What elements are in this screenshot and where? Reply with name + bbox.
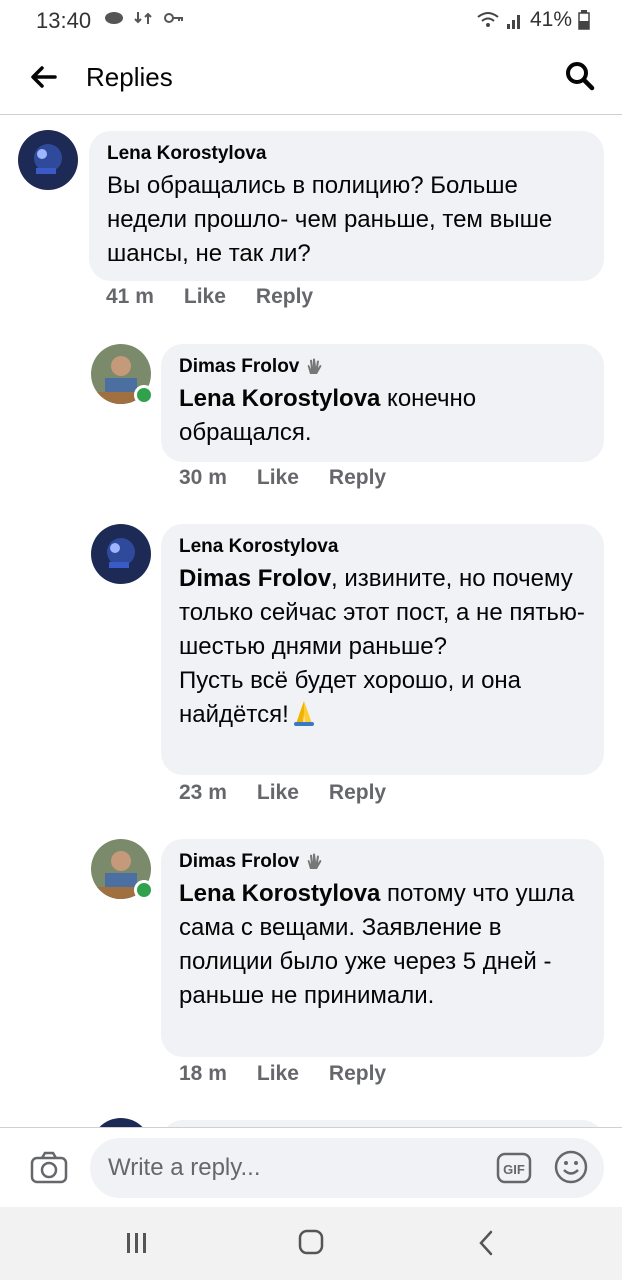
notification-icons	[104, 10, 184, 26]
comment-body-line2: Пусть всё будет хорошо, и она найдётся!	[179, 667, 522, 728]
comment-time: 18 m	[179, 1062, 227, 1085]
comment-author[interactable]: Dimas Frolov	[179, 851, 586, 873]
key-icon	[164, 13, 183, 23]
reply-button[interactable]: Reply	[329, 466, 386, 490]
like-button[interactable]: Like	[184, 285, 226, 309]
author-name[interactable]: Lena Korostylova	[107, 143, 266, 165]
comment-text: Вы обращались в полицию? Больше недели п…	[107, 169, 586, 271]
online-status-indicator	[134, 385, 154, 405]
chat-bubble-icon	[105, 12, 123, 24]
reply-button[interactable]: Reply	[329, 781, 386, 805]
comment-bubble: Lena Korostylova Вы обращались в полицию…	[89, 131, 604, 281]
status-bar: 13:40 41%	[0, 0, 622, 40]
wave-hand-icon	[308, 358, 322, 374]
mention-link[interactable]: Lena Korostylova	[179, 880, 380, 907]
search-icon[interactable]	[564, 60, 596, 92]
app-header: Replies	[0, 40, 622, 115]
reply-button[interactable]: Reply	[329, 1062, 386, 1086]
gif-label: GIF	[503, 1162, 525, 1177]
comment-bubble: Lena Korostylova Dimas Frolov, извините,…	[161, 524, 604, 775]
comment-text: Dimas Frolov, извините, но почему только…	[179, 562, 586, 732]
comment-bubble-partial	[161, 1120, 604, 1127]
comment-bubble: Dimas Frolov Lena Korostylova потому что…	[161, 839, 604, 1057]
battery-percent: 41%	[529, 8, 572, 31]
comment-actions: 18 m Like Reply	[179, 1062, 386, 1086]
reply-placeholder: Write a reply...	[108, 1154, 261, 1181]
reply-input[interactable]: Write a reply... GIF	[90, 1138, 604, 1198]
nav-back-icon[interactable]	[476, 1229, 496, 1257]
back-arrow-icon[interactable]	[28, 62, 58, 92]
comments-list: Lena Korostylova Вы обращались в полицию…	[0, 115, 622, 1127]
comment-time: 23 m	[179, 781, 227, 804]
reply-button[interactable]: Reply	[256, 285, 313, 309]
avatar-partial	[91, 1118, 151, 1127]
mention-link[interactable]: Lena Korostylova	[179, 385, 380, 412]
transfer-icon	[134, 12, 152, 24]
like-button[interactable]: Like	[257, 781, 299, 805]
comment-body: Вы обращались в полицию? Больше недели п…	[107, 172, 553, 267]
signal-icon	[506, 15, 520, 29]
like-button[interactable]: Like	[257, 466, 299, 490]
comment-time: 41 m	[106, 285, 154, 308]
wifi-icon	[477, 12, 499, 27]
avatar-image-icon	[18, 130, 78, 190]
comment-author[interactable]: Lena Korostylova	[179, 536, 586, 558]
recent-apps-icon[interactable]	[124, 1231, 150, 1255]
online-status-indicator	[134, 880, 154, 900]
mention-link[interactable]: Dimas Frolov	[179, 565, 331, 592]
avatar[interactable]	[18, 130, 78, 190]
comment-author[interactable]: Dimas Frolov	[179, 356, 586, 378]
comment-actions: 23 m Like Reply	[179, 781, 386, 805]
gif-icon[interactable]: GIF	[496, 1152, 532, 1184]
battery-icon	[578, 10, 590, 30]
avatar[interactable]	[91, 524, 151, 584]
home-icon[interactable]	[298, 1229, 324, 1255]
author-name[interactable]: Dimas Frolov	[179, 356, 299, 378]
status-time: 13:40	[36, 8, 92, 33]
author-name[interactable]: Lena Korostylova	[179, 536, 338, 558]
reply-composer: Write a reply... GIF	[0, 1127, 622, 1208]
comment-text: Lena Korostylova потому что ушла сама с …	[179, 877, 586, 1013]
comment-bubble: Dimas Frolov Lena Korostylova конечно об…	[161, 344, 604, 462]
camera-icon[interactable]	[30, 1150, 68, 1186]
author-name[interactable]: Dimas Frolov	[179, 851, 299, 873]
system-nav-bar	[0, 1207, 622, 1280]
wave-hand-icon	[308, 853, 322, 869]
emoji-icon[interactable]	[554, 1150, 588, 1184]
like-button[interactable]: Like	[257, 1062, 299, 1086]
page-title: Replies	[86, 62, 173, 92]
comment-time: 30 m	[179, 466, 227, 489]
comment-actions: 41 m Like Reply	[106, 285, 313, 309]
avatar-image-icon	[91, 524, 151, 584]
comment-text: Lena Korostylova конечно обращался.	[179, 382, 586, 450]
comment-author[interactable]: Lena Korostylova	[107, 143, 586, 165]
praying-hands-emoji-icon	[293, 701, 314, 726]
comment-actions: 30 m Like Reply	[179, 466, 386, 490]
status-right: 41%	[476, 8, 590, 32]
